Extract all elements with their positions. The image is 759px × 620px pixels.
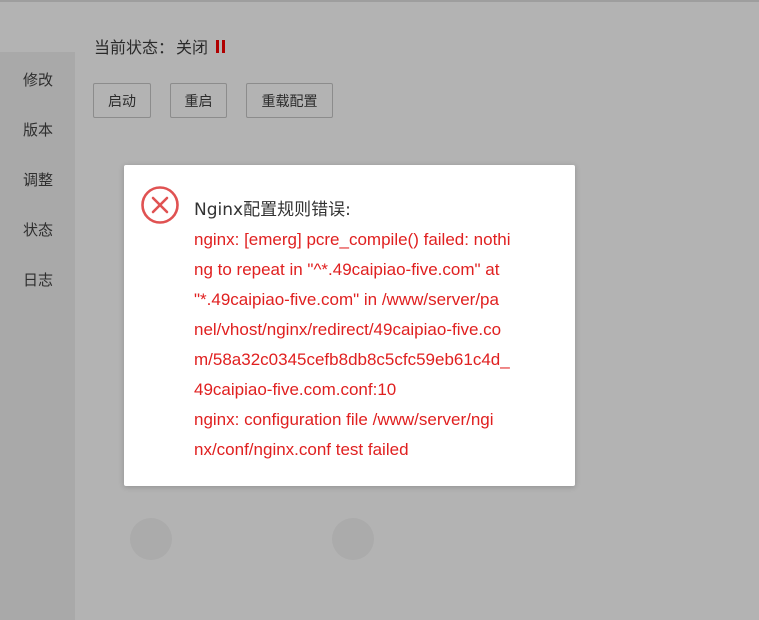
sidebar-item-status[interactable]: 状态 bbox=[23, 219, 53, 240]
dialog-title: Nginx配置规则错误: bbox=[194, 200, 351, 220]
sidebar-item-version[interactable]: 版本 bbox=[23, 119, 53, 140]
status-label: 当前状态： bbox=[94, 38, 175, 57]
start-button[interactable]: 启动 bbox=[93, 83, 151, 118]
error-line: m/58a32c0345cefb8db8c5cfc59eb61c4d_ bbox=[194, 350, 510, 369]
error-line: nx/conf/nginx.conf test failed bbox=[194, 440, 409, 459]
error-line: nel/vhost/nginx/redirect/49caipiao-five.… bbox=[194, 320, 502, 339]
sidebar-item-modify[interactable]: 修改 bbox=[23, 69, 53, 90]
error-message: nginx: [emerg] pcre_compile() failed: no… bbox=[194, 225, 556, 465]
service-status: 当前状态： 关闭 bbox=[94, 34, 226, 58]
reload-config-button[interactable]: 重载配置 bbox=[246, 83, 333, 118]
error-dialog: Nginx配置规则错误: nginx: [emerg] pcre_compile… bbox=[124, 165, 575, 486]
error-circle-icon bbox=[141, 186, 179, 224]
restart-button[interactable]: 重启 bbox=[170, 83, 227, 118]
background-icon-placeholder bbox=[130, 518, 172, 560]
error-line: nginx: [emerg] pcre_compile() failed: no… bbox=[194, 230, 511, 249]
error-line: "*.49caipiao-five.com" in /www/server/pa bbox=[194, 290, 499, 309]
error-line: 49caipiao-five.com.conf:10 bbox=[194, 380, 397, 399]
error-line: nginx: configuration file /www/server/ng… bbox=[194, 410, 494, 429]
status-value: 关闭 bbox=[176, 38, 209, 57]
error-line: ng to repeat in "^*.49caipiao-five.com" … bbox=[194, 260, 500, 279]
sidebar-item-log[interactable]: 日志 bbox=[23, 269, 53, 290]
background-icon-placeholder bbox=[332, 518, 374, 560]
window-top-border bbox=[0, 0, 759, 2]
stopped-pause-icon bbox=[216, 39, 226, 53]
sidebar-item-tuning[interactable]: 调整 bbox=[23, 169, 53, 190]
sidebar: 修改 版本 调整 状态 日志 bbox=[0, 52, 75, 620]
